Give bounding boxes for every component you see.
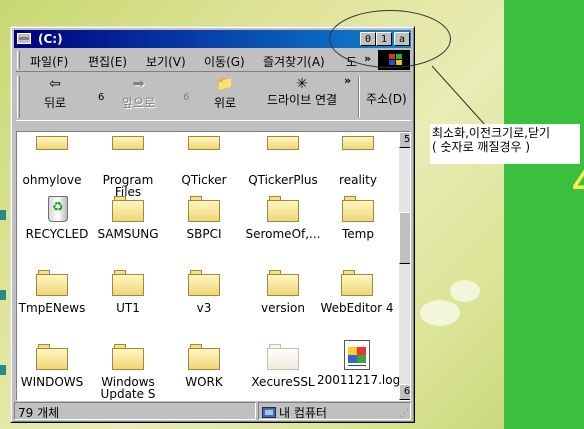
annotation-line-2: ( 숫자로 깨질경우 ): [432, 140, 531, 154]
annotation-callout: 최소화,이전크기로,닫기 ( 숫자로 깨질경우 ): [430, 124, 580, 164]
annotation-line-1: 최소화,이전크기로,닫기: [432, 126, 551, 140]
annotation-pointer-line: [431, 65, 487, 127]
